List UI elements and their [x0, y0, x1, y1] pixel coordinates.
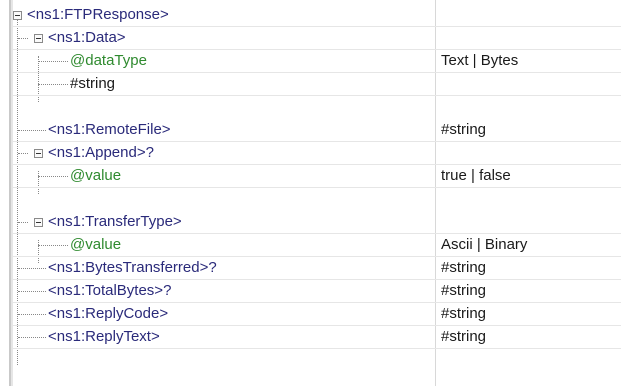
tree-connector [18, 314, 46, 315]
tree-connector [38, 176, 68, 177]
tree-row-label: <ns1:ReplyCode> [48, 305, 169, 322]
tree-row[interactable]: <ns1:Append>? [11, 142, 621, 165]
tree-row-value: #string [441, 282, 487, 299]
tree-row-label: <ns1:Data> [48, 29, 126, 46]
left-border [0, 0, 11, 386]
tree-row[interactable]: <ns1:ReplyText> #string [11, 326, 621, 349]
tree-row-value: #string [441, 259, 487, 276]
tree-connector [18, 337, 46, 338]
tree-row-label: @value [70, 236, 122, 253]
tree-row-value: #string [441, 328, 487, 345]
tree-row-value: Text | Bytes [441, 52, 519, 69]
tree-row[interactable]: <ns1:TransferType> [11, 211, 621, 234]
tree-row[interactable]: #string [11, 73, 621, 96]
tree-connector [18, 291, 46, 292]
tree-connector [18, 222, 28, 223]
tree-row[interactable]: <ns1:BytesTransferred>? #string [11, 257, 621, 280]
tree-row[interactable]: <ns1:FTPResponse> [11, 4, 621, 27]
tree-row-label: <ns1:BytesTransferred>? [48, 259, 217, 276]
tree-row[interactable]: <ns1:ReplyCode> #string [11, 303, 621, 326]
tree-row-label: <ns1:TotalBytes>? [48, 282, 172, 299]
tree-row[interactable]: @value Ascii | Binary [11, 234, 621, 257]
tree-row-label: <ns1:ReplyText> [48, 328, 160, 345]
tree-row-label: @dataType [70, 52, 147, 69]
tree-connector [18, 153, 28, 154]
tree-row-label: <ns1:RemoteFile> [48, 121, 171, 138]
tree-row-value: Ascii | Binary [441, 236, 528, 253]
tree-row[interactable]: <ns1:RemoteFile> #string [11, 119, 621, 142]
collapse-icon[interactable] [34, 34, 43, 43]
tree-row[interactable]: <ns1:Data> [11, 27, 621, 50]
xml-schema-tree-view: <ns1:FTPResponse> <ns1:Data> @dataType T… [0, 0, 621, 386]
tree-row[interactable]: @dataType Text | Bytes [11, 50, 621, 73]
tree-row-label: <ns1:FTPResponse> [27, 6, 169, 23]
tree-connector [18, 38, 28, 39]
tree-connector [18, 268, 46, 269]
tree-row-label: #string [70, 75, 116, 92]
tree-row-label: @value [70, 167, 122, 184]
tree-row-value: #string [441, 121, 487, 138]
tree-connector [38, 84, 68, 85]
tree-row[interactable]: <ns1:TotalBytes>? #string [11, 280, 621, 303]
tree-row[interactable]: @value true | false [11, 165, 621, 188]
collapse-icon[interactable] [34, 149, 43, 158]
collapse-icon[interactable] [13, 11, 22, 20]
tree-row-value: true | false [441, 167, 511, 184]
collapse-icon[interactable] [34, 218, 43, 227]
tree-connector [38, 61, 68, 62]
tree-connector [18, 130, 46, 131]
tree-row-label: <ns1:TransferType> [48, 213, 182, 230]
tree-row-label: <ns1:Append>? [48, 144, 154, 161]
tree-connector [38, 245, 68, 246]
tree-row-value: #string [441, 305, 487, 322]
